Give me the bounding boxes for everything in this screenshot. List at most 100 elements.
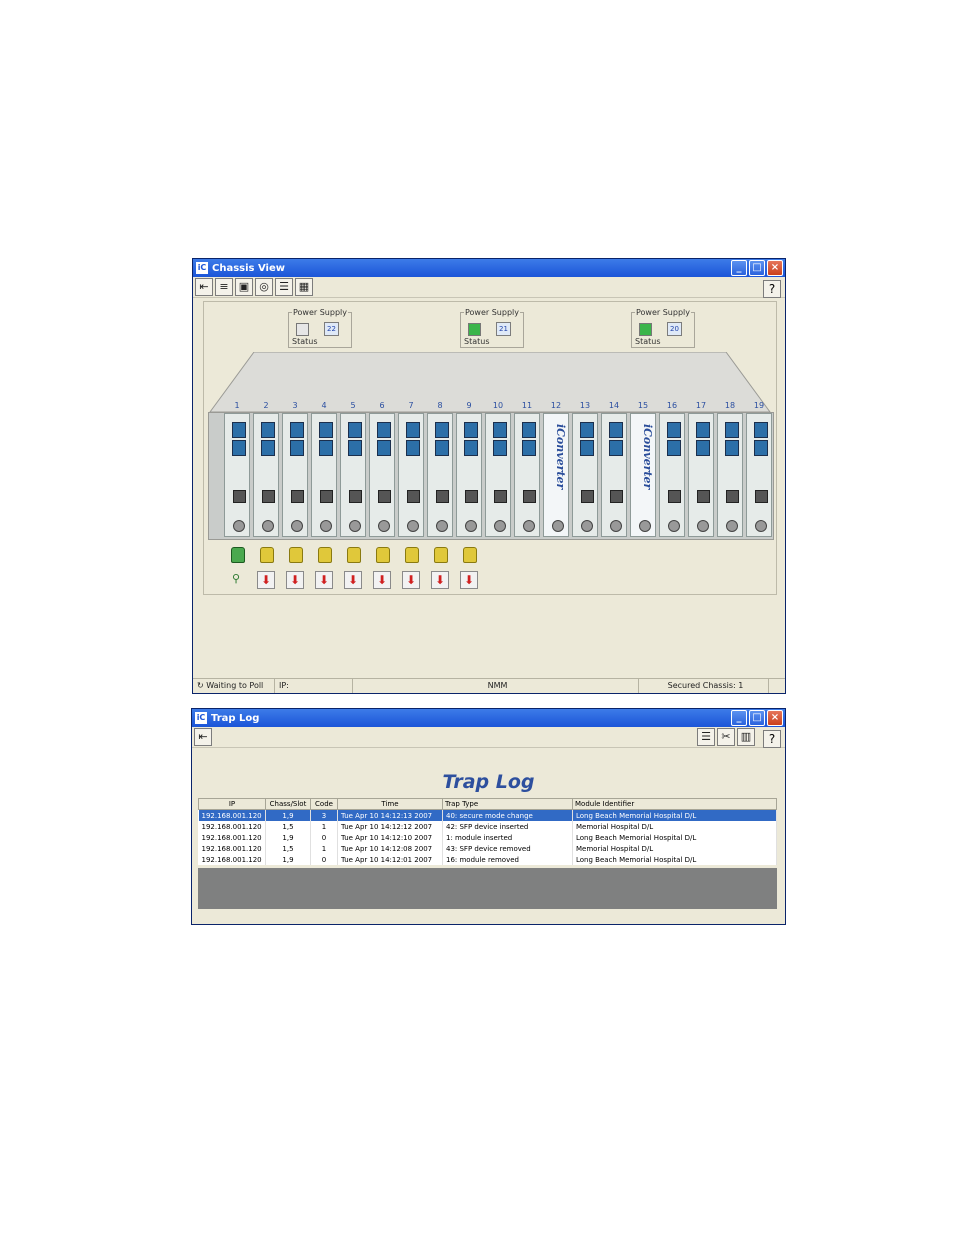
fiber-port: [290, 422, 304, 438]
module-card-17[interactable]: [688, 413, 714, 537]
close-button[interactable]: ×: [767, 710, 783, 726]
lock-icon[interactable]: [376, 547, 390, 563]
table-row[interactable]: 192.168.001.120 1,5 1 Tue Apr 10 14:12:0…: [198, 843, 777, 854]
list-icon[interactable]: ☰: [697, 728, 715, 746]
col-time[interactable]: Time: [337, 798, 443, 810]
delete-icon[interactable]: ▥: [737, 728, 755, 746]
slot-number-4: 4: [321, 401, 327, 410]
module-card-19[interactable]: [746, 413, 772, 537]
module-card-6[interactable]: [369, 413, 395, 537]
screw-icon: [378, 520, 390, 532]
lock-icon[interactable]: [318, 547, 332, 563]
rj45-port: [465, 490, 478, 503]
slot-number-3: 3: [292, 401, 298, 410]
module-card-10[interactable]: [485, 413, 511, 537]
trap-toolbar: ⇤ ☰ ✂ ▥: [192, 727, 785, 748]
rj45-port: [494, 490, 507, 503]
module-card-15[interactable]: iConverter: [630, 413, 656, 537]
red-down-arrow-icon[interactable]: ⬇: [373, 571, 391, 589]
lock-icon[interactable]: [289, 547, 303, 563]
fiber-port: [232, 440, 246, 456]
fiber-port: [609, 440, 623, 456]
lock-icon[interactable]: [434, 547, 448, 563]
red-down-arrow-icon[interactable]: ⬇: [257, 571, 275, 589]
table-row[interactable]: 192.168.001.120 1,9 0 Tue Apr 10 14:12:0…: [198, 854, 777, 865]
red-down-arrow-icon[interactable]: ⬇: [402, 571, 420, 589]
fiber-port: [754, 440, 768, 456]
fiber-port: [348, 422, 362, 438]
lock-icon[interactable]: [260, 547, 274, 563]
col-code[interactable]: Code: [310, 798, 338, 810]
red-down-arrow-icon[interactable]: ⬇: [431, 571, 449, 589]
col-chass-slot[interactable]: Chass/Slot: [265, 798, 311, 810]
app-icon: iC: [195, 712, 207, 724]
fiber-port: [406, 422, 420, 438]
red-down-arrow-icon[interactable]: ⬇: [286, 571, 304, 589]
module-card-11[interactable]: [514, 413, 540, 537]
module-card-2[interactable]: [253, 413, 279, 537]
help-icon[interactable]: ?: [763, 730, 781, 748]
trap-titlebar: iC Trap Log _ □ ×: [192, 709, 785, 727]
screw-icon: [697, 520, 709, 532]
cut-icon[interactable]: ✂: [717, 728, 735, 746]
fiber-port: [696, 440, 710, 456]
table-row[interactable]: 192.168.001.120 1,9 3 Tue Apr 10 14:12:1…: [198, 809, 777, 821]
exit-icon[interactable]: ⇤: [194, 728, 212, 746]
module-card-7[interactable]: [398, 413, 424, 537]
trap-table: IP Chass/Slot Code Time Trap Type Module…: [198, 798, 777, 865]
trap-window-title: Trap Log: [211, 712, 260, 724]
col-module-id[interactable]: Module Identifier: [572, 798, 777, 810]
screw-icon: [494, 520, 506, 532]
rj45-port: [726, 490, 739, 503]
table-row[interactable]: 192.168.001.120 1,9 0 Tue Apr 10 14:12:1…: [198, 832, 777, 843]
fiber-port: [725, 422, 739, 438]
module-card-4[interactable]: [311, 413, 337, 537]
module-card-1[interactable]: [224, 413, 250, 537]
module-card-16[interactable]: [659, 413, 685, 537]
slot-number-19: 19: [753, 401, 765, 410]
fiber-port: [493, 440, 507, 456]
col-trap-type[interactable]: Trap Type: [442, 798, 573, 810]
fiber-port: [696, 422, 710, 438]
red-down-arrow-icon[interactable]: ⬇: [344, 571, 362, 589]
fiber-port: [377, 440, 391, 456]
slot-number-14: 14: [608, 401, 620, 410]
slot-number-15: 15: [637, 401, 649, 410]
module-card-12[interactable]: iConverter: [543, 413, 569, 537]
screw-icon: [552, 520, 564, 532]
lock-icon[interactable]: [463, 547, 477, 563]
table-row[interactable]: 192.168.001.120 1,5 1 Tue Apr 10 14:12:1…: [198, 821, 777, 832]
lock-icon[interactable]: [231, 547, 245, 563]
module-card-9[interactable]: [456, 413, 482, 537]
slot-number-10: 10: [492, 401, 504, 410]
module-card-5[interactable]: [340, 413, 366, 537]
rj45-port: [291, 490, 304, 503]
slot-number-17: 17: [695, 401, 707, 410]
col-ip[interactable]: IP: [198, 798, 266, 810]
rj45-port: [262, 490, 275, 503]
slot-number-13: 13: [579, 401, 591, 410]
screw-icon: [233, 520, 245, 532]
pin-icon: ⚲: [232, 572, 241, 585]
rj45-port: [668, 490, 681, 503]
red-down-arrow-icon[interactable]: ⬇: [460, 571, 478, 589]
poll-status: ↻ Waiting to Poll: [193, 679, 275, 693]
red-down-arrow-icon[interactable]: ⬇: [315, 571, 333, 589]
module-card-8[interactable]: [427, 413, 453, 537]
rj45-port: [610, 490, 623, 503]
minimize-button[interactable]: _: [731, 710, 747, 726]
fiber-port: [522, 440, 536, 456]
slot-number-5: 5: [350, 401, 356, 410]
rj45-port: [523, 490, 536, 503]
module-card-18[interactable]: [717, 413, 743, 537]
maximize-button[interactable]: □: [749, 710, 765, 726]
module-card-14[interactable]: [601, 413, 627, 537]
fiber-port: [580, 440, 594, 456]
module-card-13[interactable]: [572, 413, 598, 537]
fiber-port: [348, 440, 362, 456]
fiber-port: [261, 440, 275, 456]
lock-icon[interactable]: [347, 547, 361, 563]
module-card-3[interactable]: [282, 413, 308, 537]
lock-icon[interactable]: [405, 547, 419, 563]
brand-label: iConverter: [641, 424, 654, 490]
